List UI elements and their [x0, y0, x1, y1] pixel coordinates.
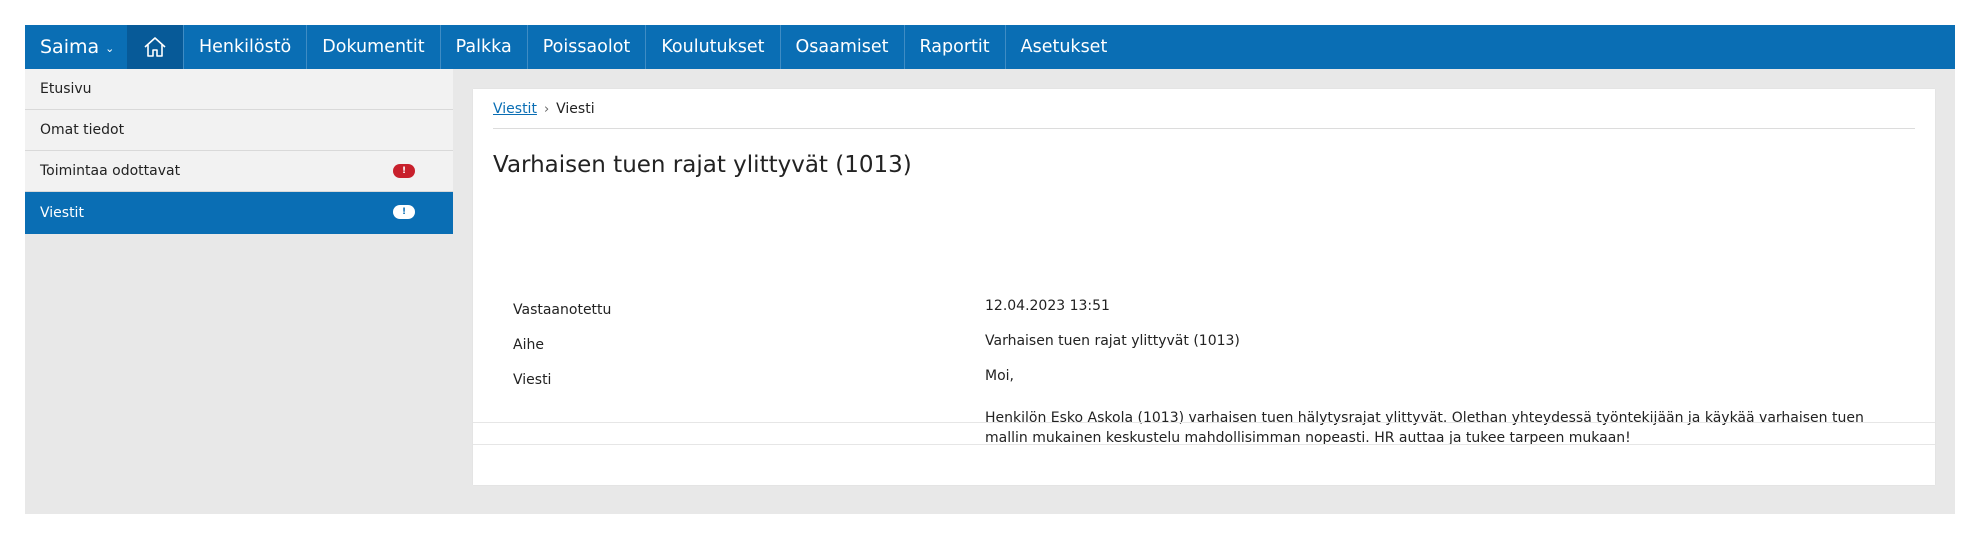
sidebar-item-viestit[interactable]: Viestit ! [25, 192, 453, 234]
message-body: Henkilön Esko Askola (1013) varhaisen tu… [985, 410, 1864, 446]
alert-badge: ! [393, 205, 415, 219]
sidebar-item-label: Toimintaa odottavat [40, 163, 181, 179]
chevron-right-icon: › [543, 102, 550, 117]
alert-badge: ! [393, 164, 415, 178]
sidebar-item-omat-tiedot[interactable]: Omat tiedot [25, 110, 453, 151]
top-navigation: Saima ⌄ Henkilöstö Dokumentit Palkka Poi… [25, 25, 1955, 69]
nav-palkka[interactable]: Palkka [441, 25, 528, 69]
sidebar-item-toimintaa-odottavat[interactable]: Toimintaa odottavat ! [25, 151, 453, 192]
nav-asetukset[interactable]: Asetukset [1006, 25, 1123, 69]
sidebar: Etusivu Omat tiedot Toimintaa odottavat … [25, 69, 453, 234]
message-card: Viestit › Viesti Varhaisen tuen rajat ylit… [473, 89, 1935, 485]
divider [473, 444, 1935, 445]
breadcrumb-link-viestit[interactable]: Viestit [493, 101, 537, 117]
home-button[interactable] [127, 25, 184, 69]
sidebar-item-label: Etusivu [40, 81, 92, 97]
sidebar-item-label: Viestit [40, 205, 84, 221]
nav-raportit[interactable]: Raportit [905, 25, 1006, 69]
home-icon [144, 37, 166, 57]
page-title: Varhaisen tuen rajat ylittyvät (1013) [493, 152, 912, 178]
breadcrumb: Viestit › Viesti [493, 101, 595, 117]
divider [493, 128, 1915, 129]
received-value: 12.04.2023 13:51 [985, 298, 1110, 314]
brand-name: Saima [40, 36, 100, 58]
sidebar-item-etusivu[interactable]: Etusivu [25, 69, 453, 110]
message-greeting: Moi, [985, 368, 1014, 384]
received-label: Vastaanotettu [513, 302, 612, 318]
chevron-down-icon: ⌄ [105, 42, 115, 55]
brand-menu[interactable]: Saima ⌄ [25, 25, 127, 69]
subject-value: Varhaisen tuen rajat ylittyvät (1013) [985, 333, 1240, 349]
sidebar-item-label: Omat tiedot [40, 122, 125, 138]
app-frame: Saima ⌄ Henkilöstö Dokumentit Palkka Poi… [25, 25, 1955, 514]
message-label: Viesti [513, 372, 552, 388]
nav-osaamiset[interactable]: Osaamiset [781, 25, 905, 69]
nav-poissaolot[interactable]: Poissaolot [528, 25, 647, 69]
nav-dokumentit[interactable]: Dokumentit [307, 25, 441, 69]
nav-henkilosto[interactable]: Henkilöstö [184, 25, 308, 69]
divider [473, 422, 1935, 423]
breadcrumb-current: Viesti [556, 101, 595, 117]
nav-koulutukset[interactable]: Koulutukset [646, 25, 781, 69]
subject-label: Aihe [513, 337, 544, 353]
